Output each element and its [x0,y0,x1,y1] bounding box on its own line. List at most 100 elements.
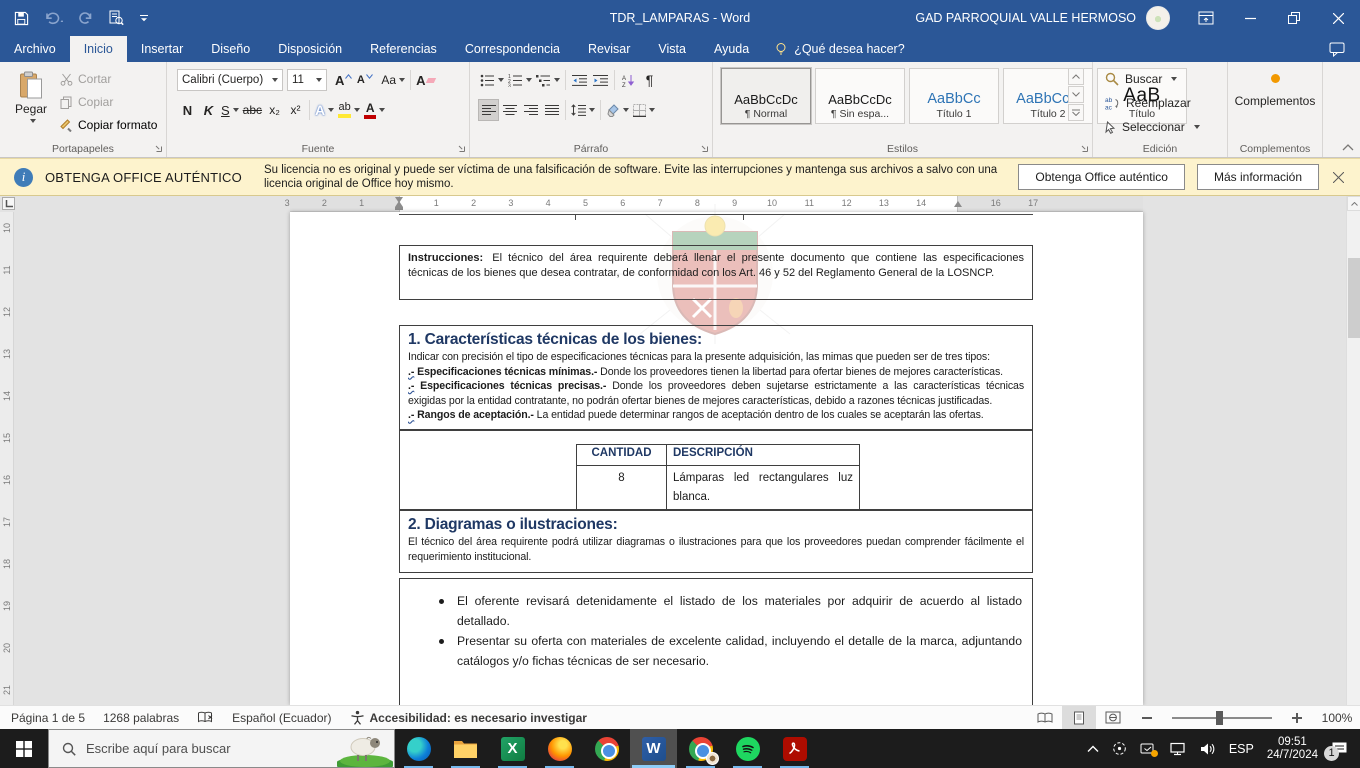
addins-button[interactable] [1228,74,1322,83]
increase-indent-button[interactable] [590,69,611,91]
addins-button-label[interactable]: Complementos [1228,94,1322,108]
bullet-list-button[interactable] [478,69,506,91]
select-button[interactable]: Seleccionar [1105,117,1200,137]
paste-button[interactable]: Pegar [8,67,54,143]
tab-stop-selector[interactable] [2,197,15,210]
borders-button[interactable] [631,99,657,121]
print-preview-icon[interactable] [108,10,124,26]
taskbar-search[interactable] [48,729,395,768]
read-mode-button[interactable] [1028,706,1062,729]
taskbar-edge[interactable] [395,729,442,768]
italic-button[interactable]: K [198,99,219,121]
tab-revisar[interactable]: Revisar [574,36,644,62]
customize-qat-icon[interactable] [139,14,149,23]
save-icon[interactable] [14,11,29,26]
keyboard-language[interactable]: ESP [1229,742,1254,756]
account-avatar[interactable] [1146,6,1170,30]
tab-ayuda[interactable]: Ayuda [700,36,763,62]
taskbar-chrome-profile[interactable] [677,729,724,768]
clipboard-dialog-launcher[interactable] [153,143,163,153]
styles-scroll-up[interactable] [1068,68,1084,85]
taskbar-chrome[interactable] [583,729,630,768]
superscript-button[interactable]: x² [285,99,306,121]
tab-correspondencia[interactable]: Correspondencia [451,36,574,62]
zoom-slider[interactable] [1172,717,1272,719]
bold-button[interactable]: N [177,99,198,121]
search-input[interactable] [86,741,316,756]
taskbar-firefox[interactable] [536,729,583,768]
multilevel-list-button[interactable] [534,69,562,91]
font-size-select[interactable]: 11 [287,69,327,91]
account-name[interactable]: GAD PARROQUIAL VALLE HERMOSO [915,11,1136,25]
tab-archivo[interactable]: Archivo [0,36,70,62]
document-page[interactable]: Instrucciones: El técnico del área requi… [290,212,1143,705]
paragraph-dialog-launcher[interactable] [699,143,709,153]
close-button[interactable] [1316,0,1360,36]
taskbar-explorer[interactable] [442,729,489,768]
tab-referencias[interactable]: Referencias [356,36,451,62]
scrollbar-thumb[interactable] [1348,258,1360,338]
shrink-font-button[interactable]: A [354,69,375,91]
print-layout-button[interactable] [1062,706,1096,729]
tab-disposicion[interactable]: Disposición [264,36,356,62]
proofing-status-icon[interactable] [197,711,214,724]
left-indent-marker[interactable] [395,207,403,210]
font-dialog-launcher[interactable] [456,143,466,153]
styles-scroll-down[interactable] [1068,86,1084,103]
style-no-spacing[interactable]: AaBbCcDc¶ Sin espa... [815,68,905,124]
underline-button[interactable]: S [219,99,241,121]
zoom-out-button[interactable] [1130,706,1164,729]
tray-chevron-icon[interactable] [1087,745,1099,753]
numbered-list-button[interactable]: 123 [506,69,534,91]
minimize-button[interactable] [1228,0,1272,36]
feedback-button[interactable] [1314,36,1360,62]
styles-dialog-launcher[interactable] [1079,143,1089,153]
cut-button[interactable]: Cortar [60,69,111,89]
justify-button[interactable] [541,99,562,121]
format-painter-button[interactable]: Copiar formato [60,115,157,135]
line-spacing-button[interactable] [569,99,597,121]
taskbar-acrobat[interactable] [771,729,818,768]
taskbar-word-active[interactable]: W [630,729,677,768]
scroll-up-button[interactable] [1347,196,1360,211]
zoom-level[interactable]: 100% [1314,711,1360,725]
action-center-button[interactable]: 1 [1331,741,1348,757]
page-indicator[interactable]: Página 1 de 5 [11,711,85,725]
align-center-button[interactable] [499,99,520,121]
show-marks-button[interactable]: ¶ [639,69,660,91]
subscript-button[interactable]: x₂ [264,99,285,121]
replace-button[interactable]: abac Reemplazar [1105,93,1191,113]
styles-gallery-more[interactable] [1068,104,1084,121]
restore-button[interactable] [1272,0,1316,36]
language-indicator[interactable]: Español (Ecuador) [232,711,331,725]
zoom-slider-thumb[interactable] [1216,711,1223,725]
undo-icon[interactable] [44,11,63,25]
right-indent-marker[interactable] [954,201,962,207]
search-highlight-image[interactable] [337,730,393,767]
vertical-scrollbar[interactable] [1346,196,1360,705]
get-office-button[interactable]: Obtenga Office auténtico [1018,164,1185,190]
tell-me-box[interactable]: ¿Qué desea hacer? [763,36,917,62]
font-color-button[interactable]: A [362,99,387,121]
sort-button[interactable]: AZ [618,69,639,91]
collapse-ribbon-button[interactable] [1342,144,1354,151]
redo-icon[interactable] [78,11,93,25]
highlight-button[interactable]: ab [336,99,362,121]
taskbar-excel[interactable]: X [489,729,536,768]
network-icon[interactable] [1169,742,1186,756]
strikethrough-button[interactable]: abc [241,99,264,121]
align-left-button[interactable] [478,99,499,121]
find-button[interactable]: Buscar [1105,69,1177,89]
change-case-button[interactable]: Aa [379,69,407,91]
grow-font-button[interactable]: A [333,69,354,91]
start-button[interactable] [0,729,48,768]
text-effects-button[interactable]: A [313,99,336,121]
zoom-in-button[interactable] [1280,706,1314,729]
word-count[interactable]: 1268 palabras [103,711,179,725]
tray-update-icon[interactable] [1140,742,1156,756]
tray-app-icon[interactable] [1112,741,1127,756]
tab-insertar[interactable]: Insertar [127,36,197,62]
volume-icon[interactable] [1199,742,1216,756]
clear-formatting-button[interactable]: A [414,69,437,91]
accessibility-status[interactable]: Accesibilidad: es necesario investigar [350,710,587,725]
